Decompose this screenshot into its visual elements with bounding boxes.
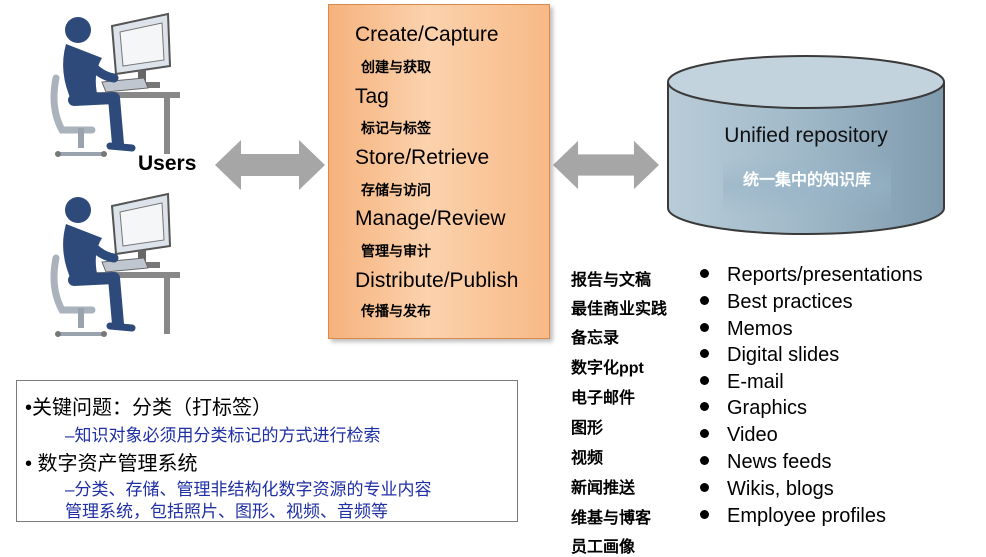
step-store-retrieve: Store/Retrieve (355, 146, 490, 169)
double-arrow-icon-users-process (215, 140, 325, 190)
content-type-zh: 最佳商业实践 (571, 301, 668, 318)
content-type-en: Wikis, blogs (700, 478, 834, 501)
bullet-icon (700, 483, 709, 493)
step-tag: Tag (355, 85, 389, 108)
bullet-icon (700, 296, 709, 306)
content-type-en: Best practices (700, 291, 853, 314)
content-type-en: Employee profiles (700, 505, 886, 528)
bullet-icon (700, 510, 709, 520)
content-type-zh: 视频 (571, 450, 604, 467)
dam-heading: • 数字资产管理系统 (25, 453, 198, 475)
users-label: Users (138, 152, 197, 175)
content-type-en: E-mail (700, 371, 784, 394)
content-type-en: News feeds (700, 451, 832, 474)
user-figure-bottom (44, 188, 184, 338)
content-type-en: Graphics (700, 397, 807, 420)
content-type-en: Video (700, 424, 778, 447)
person-at-computer-icon (44, 188, 184, 338)
content-type-en: Memos (700, 318, 793, 341)
bullet-icon (700, 429, 709, 439)
user-figure-top (44, 8, 184, 158)
step-store-retrieve-zh: 存储与访问 (361, 182, 431, 198)
key-issue-heading: •关键问题：分类（打标签） (25, 397, 273, 419)
bullet-icon (700, 323, 709, 333)
repository-title: Unified repository (724, 124, 888, 147)
double-arrow-icon-process-repository (553, 140, 659, 190)
content-type-zh: 维基与博客 (571, 510, 652, 527)
bullet-icon (700, 456, 709, 466)
notes-box: •关键问题：分类（打标签） –知识对象必须用分类标记的方式进行检索 • 数字资产… (16, 380, 518, 522)
person-at-computer-icon (44, 8, 184, 158)
bullet-icon (700, 402, 709, 412)
content-type-zh: 新闻推送 (571, 480, 636, 497)
bullet-icon (700, 269, 709, 279)
step-distribute-publish: Distribute/Publish (355, 269, 519, 292)
content-type-zh: 报告与文稿 (571, 272, 652, 289)
content-type-zh: 员工画像 (571, 539, 636, 556)
step-manage-review: Manage/Review (355, 207, 506, 230)
content-type-zh: 电子邮件 (571, 390, 636, 407)
content-type-zh: 备忘录 (571, 330, 620, 347)
content-type-zh: 图形 (571, 420, 604, 437)
step-create-capture-zh: 创建与获取 (361, 59, 431, 75)
content-type-zh: 数字化ppt (571, 360, 644, 377)
dam-detail-line-2: 管理系统，包括照片、图形、视频、音频等 (65, 502, 388, 521)
step-manage-review-zh: 管理与审计 (361, 243, 431, 259)
content-type-en: Digital slides (700, 344, 839, 367)
bullet-icon (700, 349, 709, 359)
key-issue-detail: –知识对象必须用分类标记的方式进行检索 (65, 426, 381, 445)
step-create-capture: Create/Capture (355, 23, 499, 46)
repository-subtitle: 统一集中的知识库 (723, 156, 891, 216)
step-distribute-publish-zh: 传播与发布 (361, 303, 431, 319)
step-tag-zh: 标记与标签 (361, 120, 431, 136)
bullet-icon (700, 376, 709, 386)
process-box: Create/Capture 创建与获取 Tag 标记与标签 Store/Ret… (328, 4, 550, 339)
content-type-en: Reports/presentations (700, 264, 923, 287)
